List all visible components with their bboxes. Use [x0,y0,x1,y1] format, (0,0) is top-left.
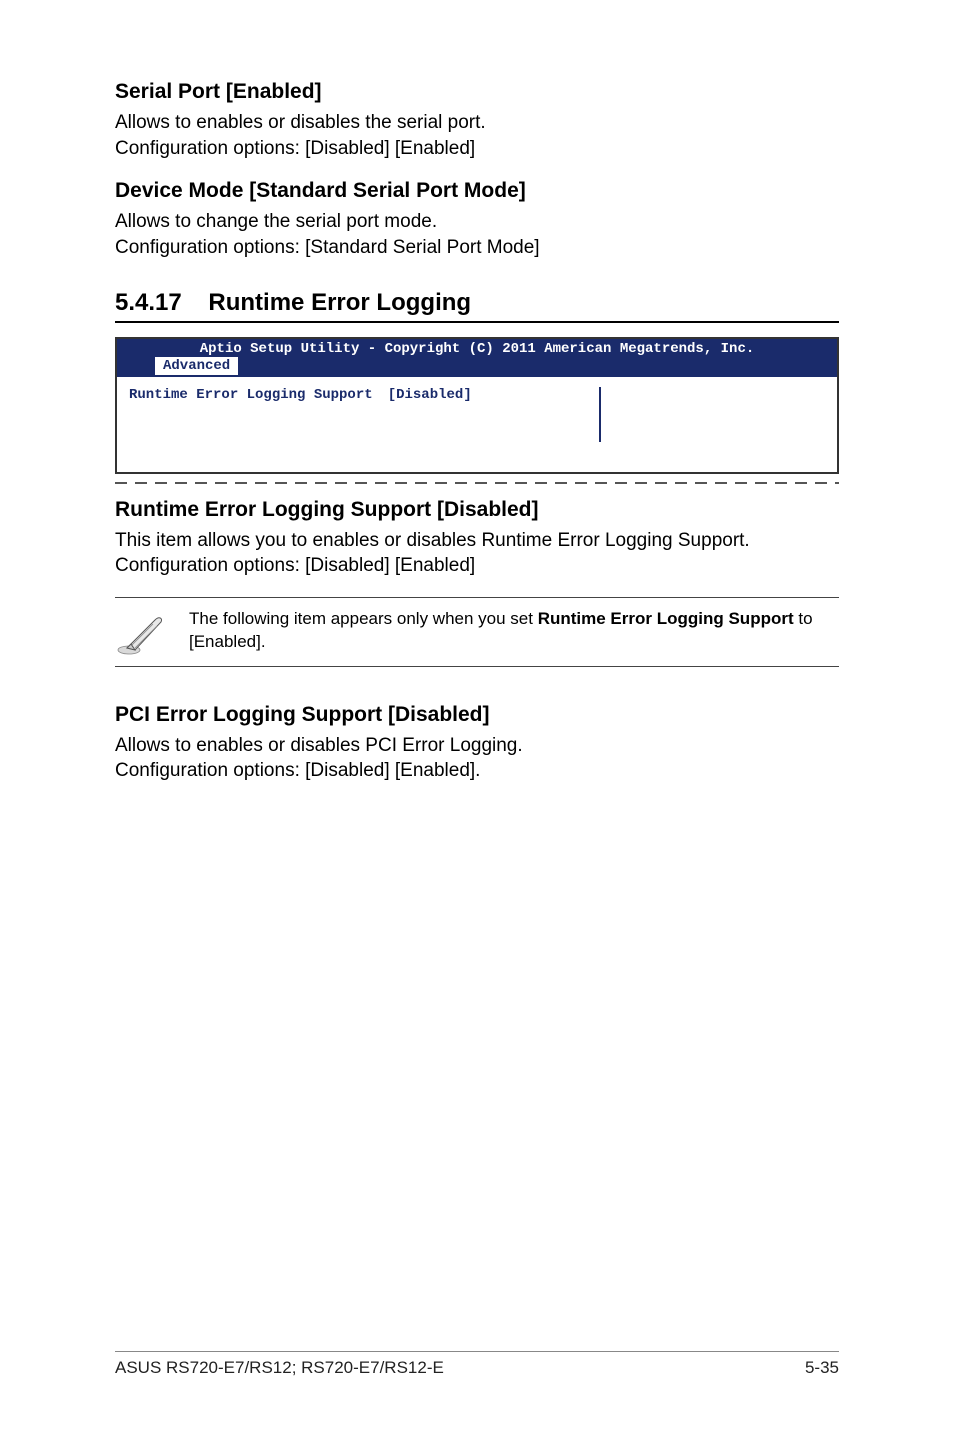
runtime-support-line2: Configuration options: [Disabled] [Enabl… [115,555,475,576]
runtime-support-body: This item allows you to enables or disab… [115,528,839,579]
bios-title-bar: Aptio Setup Utility - Copyright (C) 2011… [125,341,829,357]
bios-body: Runtime Error Logging Support [Disabled] [117,377,837,472]
bios-row-runtime: Runtime Error Logging Support [Disabled] [129,387,599,403]
bios-row-label: Runtime Error Logging Support [129,387,388,403]
footer-left: ASUS RS720-E7/RS12; RS720-E7/RS12-E [115,1358,444,1378]
section-title: Runtime Error Logging [208,289,471,316]
bios-right-panel [599,387,837,442]
section-number: 5.4.17 [115,289,182,316]
bios-screenshot: Aptio Setup Utility - Copyright (C) 2011… [115,337,839,474]
dashed-divider [115,482,839,484]
bios-header: Aptio Setup Utility - Copyright (C) 2011… [117,339,837,377]
page-content: Serial Port [Enabled] Allows to enables … [0,0,954,784]
pci-error-line1: Allows to enables or disables PCI Error … [115,735,523,756]
serial-port-body: Allows to enables or disables the serial… [115,110,839,161]
note-text: The following item appears only when you… [189,608,839,654]
note-bold: Runtime Error Logging Support [538,609,794,628]
pen-icon [115,608,171,656]
runtime-support-line1: This item allows you to enables or disab… [115,530,750,551]
bios-left-panel: Runtime Error Logging Support [Disabled] [117,387,599,442]
runtime-support-heading: Runtime Error Logging Support [Disabled] [115,498,839,522]
pci-error-body: Allows to enables or disables PCI Error … [115,733,839,784]
pci-error-heading: PCI Error Logging Support [Disabled] [115,703,839,727]
section-underline [115,321,839,323]
serial-port-line2: Configuration options: [Disabled] [Enabl… [115,138,475,159]
note-box: The following item appears only when you… [115,597,839,667]
serial-port-heading: Serial Port [Enabled] [115,80,839,104]
bios-tab-row: Advanced [125,357,829,375]
footer-right: 5-35 [805,1358,839,1378]
bios-tab-advanced: Advanced [155,357,238,375]
device-mode-line2: Configuration options: [Standard Serial … [115,237,540,258]
runtime-error-logging-section-title: 5.4.17 Runtime Error Logging [115,289,839,317]
device-mode-heading: Device Mode [Standard Serial Port Mode] [115,179,839,203]
device-mode-body: Allows to change the serial port mode. C… [115,209,839,260]
device-mode-line1: Allows to change the serial port mode. [115,211,437,232]
note-prefix: The following item appears only when you… [189,609,538,628]
page-footer: ASUS RS720-E7/RS12; RS720-E7/RS12-E 5-35 [115,1351,839,1378]
pci-error-line2: Configuration options: [Disabled] [Enabl… [115,760,480,781]
serial-port-line1: Allows to enables or disables the serial… [115,112,486,133]
bios-row-value: [Disabled] [388,387,600,403]
